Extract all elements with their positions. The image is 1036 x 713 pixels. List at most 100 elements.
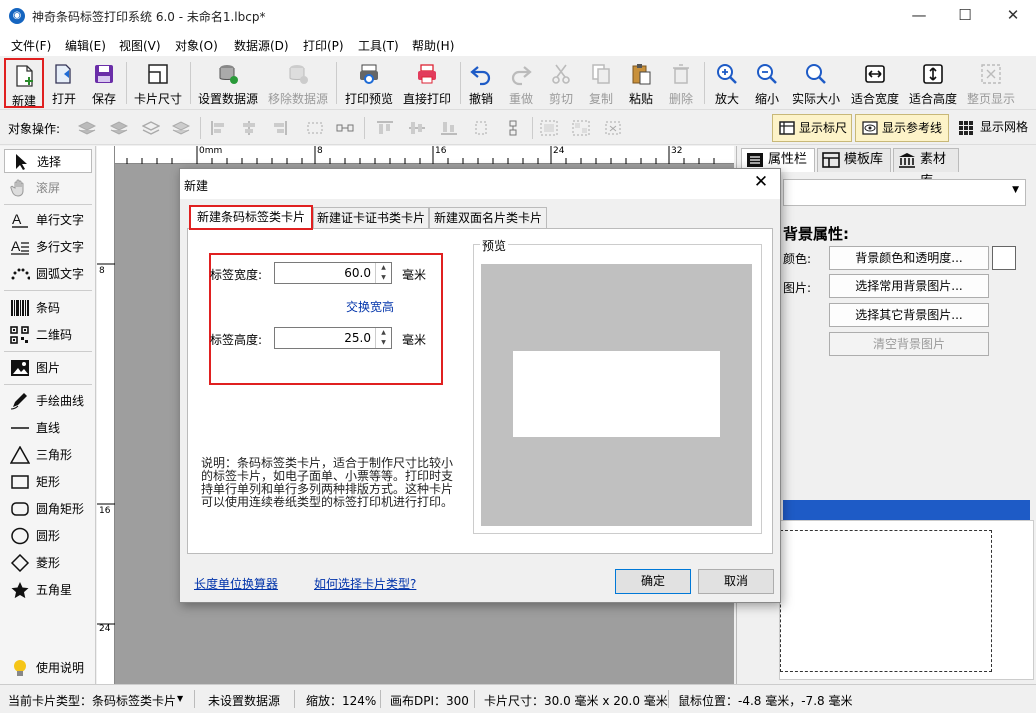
tab-templates[interactable]: 模板库 — [817, 148, 891, 172]
open-file-icon — [55, 64, 71, 84]
tab-certificate-card[interactable]: 新建证卡证书类卡片 — [313, 207, 429, 229]
menu-edit[interactable]: 编辑(E) — [65, 37, 106, 54]
ungroup-icon[interactable] — [572, 120, 590, 136]
tab-double-sided-card[interactable]: 新建双面名片类卡片 — [429, 207, 547, 229]
fit-width-button[interactable]: 适合宽度 — [848, 58, 902, 108]
cut-button[interactable]: 剪切 — [544, 58, 578, 108]
spin-down-icon[interactable]: ▼ — [376, 273, 391, 283]
tool-freehand[interactable]: 手绘曲线 — [4, 389, 92, 413]
distribute-h-icon[interactable] — [306, 120, 324, 136]
how-to-choose-link[interactable]: 如何选择卡片类型? — [314, 575, 416, 592]
print-preview-button[interactable]: 打印预览 — [342, 58, 396, 108]
tool-triangle[interactable]: 三角形 — [4, 443, 92, 467]
card-size-button[interactable]: 卡片尺寸 — [130, 58, 186, 108]
layer-up-icon[interactable] — [110, 120, 128, 136]
card-type-dropdown-icon[interactable]: ▼ — [177, 694, 183, 703]
show-grid-toggle[interactable]: 显示网格 — [954, 114, 1034, 142]
align-left-icon[interactable] — [210, 120, 228, 136]
bg-color-button[interactable]: 背景颜色和透明度... — [829, 246, 989, 270]
tool-rect[interactable]: 矩形 — [4, 470, 92, 494]
align-top-icon[interactable] — [376, 120, 394, 136]
align-bottom-icon[interactable] — [440, 120, 458, 136]
clear-bg-button[interactable]: 清空背景图片 — [829, 332, 989, 356]
tool-line[interactable]: 直线 — [4, 416, 92, 440]
tool-arc-text[interactable]: 圆弧文字 — [4, 262, 92, 286]
tool-roundrect[interactable]: 圆角矩形 — [4, 497, 92, 521]
redo-button[interactable]: 重做 — [504, 58, 538, 108]
fit-height-button[interactable]: 适合高度 — [906, 58, 960, 108]
align-center-icon[interactable] — [240, 120, 258, 136]
spin-up-icon[interactable]: ▲ — [376, 328, 391, 338]
zoom-out-button[interactable]: 缩小 — [750, 58, 784, 108]
tool-single-text[interactable]: A 单行文字 — [4, 208, 92, 232]
fit-page-button[interactable]: 整页显示 — [964, 58, 1018, 108]
maximize-button[interactable]: ☐ — [942, 0, 988, 32]
common-bg-button[interactable]: 选择常用背景图片... — [829, 274, 989, 298]
height-value: 25.0 — [344, 331, 371, 345]
paste-button[interactable]: 粘贴 — [624, 58, 658, 108]
zoom-in-button[interactable]: 放大 — [710, 58, 744, 108]
group-icon[interactable] — [540, 120, 558, 136]
show-guides-toggle[interactable]: 显示参考线 — [855, 114, 949, 142]
tool-multi-text[interactable]: A 多行文字 — [4, 235, 92, 259]
menu-datasource[interactable]: 数据源(D) — [234, 37, 289, 54]
grid-icon — [959, 121, 973, 135]
menu-help[interactable]: 帮助(H) — [412, 37, 454, 54]
menu-file[interactable]: 文件(F) — [11, 37, 51, 54]
tool-circle[interactable]: 圆形 — [4, 524, 92, 548]
same-height-icon[interactable] — [504, 120, 522, 136]
ruler-label-24: 24 — [553, 146, 565, 156]
menu-tools[interactable]: 工具(T) — [358, 37, 399, 54]
eye-guides-icon — [862, 121, 878, 135]
distribute-v-icon[interactable] — [336, 120, 354, 136]
lock-icon[interactable] — [604, 120, 622, 136]
actual-size-button[interactable]: 实际大小 — [790, 58, 842, 108]
qrcode-icon — [10, 326, 29, 344]
object-select-dropdown[interactable]: ▼ — [783, 179, 1026, 206]
spin-down-icon[interactable]: ▼ — [376, 338, 391, 348]
cancel-button[interactable]: 取消 — [698, 569, 774, 594]
tool-pan[interactable]: 滚屏 — [4, 176, 92, 200]
tool-star[interactable]: 五角星 — [4, 578, 92, 602]
dialog-close-icon[interactable]: ✕ — [750, 172, 772, 192]
menu-print[interactable]: 打印(P) — [303, 37, 344, 54]
new-button[interactable]: 新建 — [4, 58, 44, 108]
tool-barcode[interactable]: 条码 — [4, 296, 92, 320]
layer-top-icon[interactable] — [78, 120, 96, 136]
delete-button[interactable]: 删除 — [664, 58, 698, 108]
direct-print-button[interactable]: 直接打印 — [400, 58, 454, 108]
remove-datasource-button[interactable]: 移除数据源 — [266, 58, 330, 108]
menu-view[interactable]: 视图(V) — [119, 37, 161, 54]
tool-image[interactable]: 图片 — [4, 356, 92, 380]
minimize-button[interactable]: — — [896, 0, 942, 32]
same-width-icon[interactable] — [472, 120, 490, 136]
diamond-icon — [10, 554, 30, 572]
undo-button[interactable]: 撤销 — [464, 58, 498, 108]
color-swatch[interactable] — [992, 246, 1016, 270]
width-spinbox[interactable]: 60.0 ▲ ▼ — [274, 262, 392, 284]
spin-up-icon[interactable]: ▲ — [376, 263, 391, 273]
tool-diamond[interactable]: 菱形 — [4, 551, 92, 575]
other-bg-button[interactable]: 选择其它背景图片... — [829, 303, 989, 327]
set-datasource-button[interactable]: 设置数据源 — [196, 58, 260, 108]
tool-qrcode[interactable]: 二维码 — [4, 323, 92, 347]
tab-materials[interactable]: 素材库 — [893, 148, 959, 189]
save-button[interactable]: 保存 — [86, 58, 122, 108]
swap-width-height-link[interactable]: 交换宽高 — [346, 298, 394, 315]
close-window-button[interactable]: ✕ — [990, 0, 1036, 32]
ok-button[interactable]: 确定 — [615, 569, 691, 594]
open-button[interactable]: 打开 — [46, 58, 82, 108]
align-right-icon[interactable] — [270, 120, 288, 136]
unit-converter-link[interactable]: 长度单位换算器 — [194, 575, 278, 592]
layer-down-icon[interactable] — [142, 120, 160, 136]
menu-object[interactable]: 对象(O) — [175, 37, 218, 54]
align-middle-icon[interactable] — [408, 120, 426, 136]
tab-barcode-label-card[interactable]: 新建条码标签类卡片 — [189, 205, 313, 230]
layer-bottom-icon[interactable] — [172, 120, 190, 136]
help-guide-button[interactable]: 使用说明 — [4, 656, 92, 680]
tool-select[interactable]: 选择 — [4, 149, 92, 173]
show-ruler-toggle[interactable]: 显示标尺 — [772, 114, 852, 142]
height-spinbox[interactable]: 25.0 ▲ ▼ — [274, 327, 392, 349]
copy-button[interactable]: 复制 — [584, 58, 618, 108]
pen-icon — [10, 393, 27, 410]
